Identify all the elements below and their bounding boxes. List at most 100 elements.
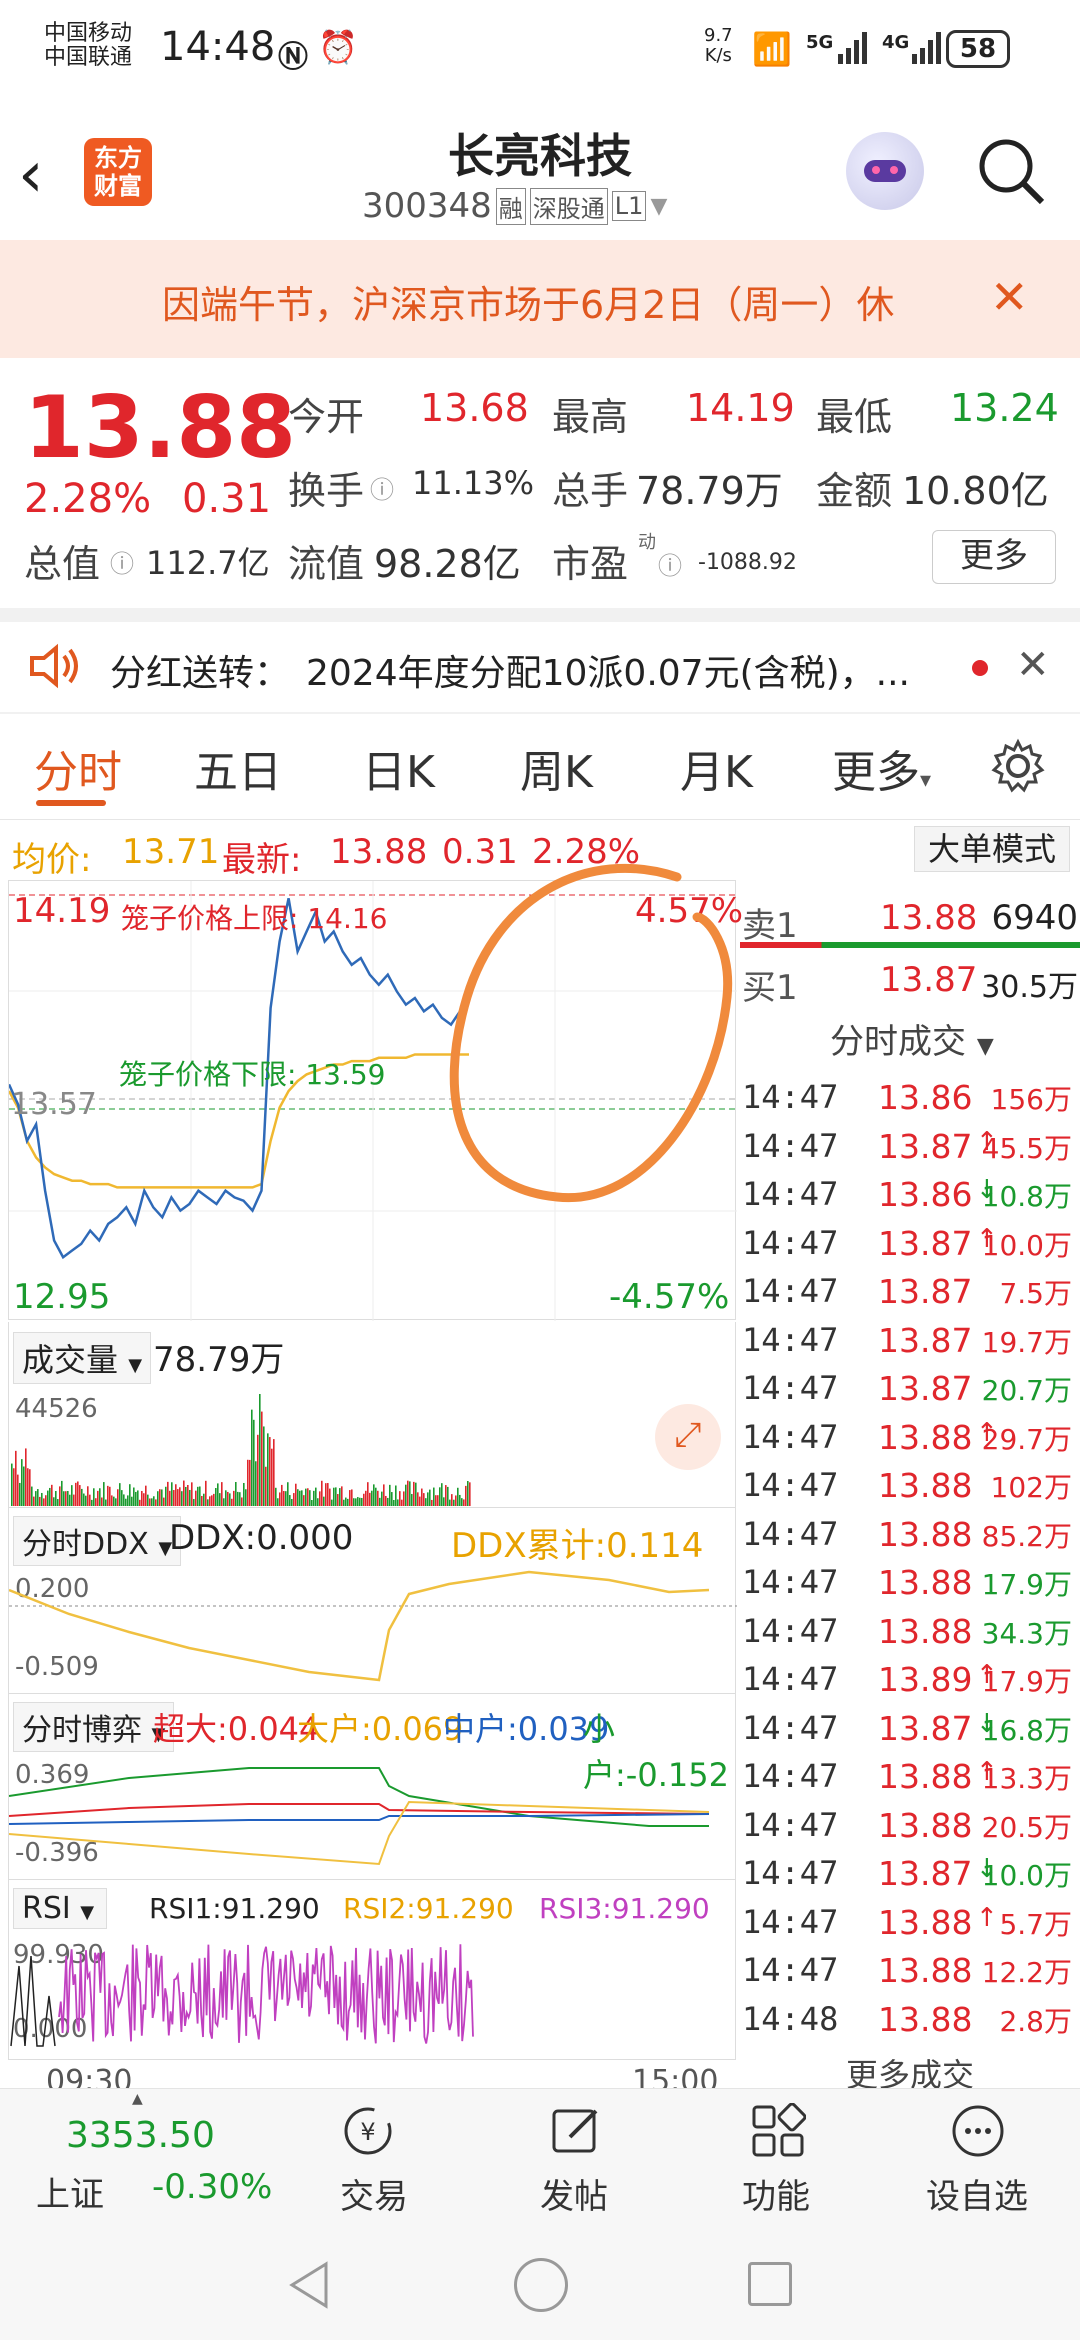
volume-bar <box>115 1498 117 1506</box>
x-end-label: 15:00 <box>632 2064 719 2088</box>
volume-bar <box>359 1497 361 1506</box>
gear-icon[interactable] <box>990 738 1046 794</box>
volume-bar <box>267 1433 269 1506</box>
dividend-banner[interactable]: 分红送转： 2024年度分配10派0.07元(含税)，... ✕ <box>0 622 1080 712</box>
mcap-value: 112.7亿 <box>146 544 270 582</box>
pct-low-label: -4.57% <box>609 1277 730 1317</box>
more-button[interactable]: 更多 <box>932 530 1056 584</box>
volume-bar <box>59 1486 61 1506</box>
volume-bar <box>269 1437 271 1506</box>
speaker-icon <box>26 638 82 694</box>
trade-row: 14:47 13.87 ↓ 16.8万 <box>742 1709 1080 1758</box>
info-icon[interactable]: ⓘ <box>658 546 682 581</box>
tab-daily-k[interactable]: 日K <box>362 736 435 800</box>
volume-bar <box>401 1499 403 1506</box>
volume-bar <box>19 1482 21 1506</box>
tab-weekly-k[interactable]: 周K <box>520 736 593 800</box>
volume-bar <box>177 1489 179 1506</box>
ddx-selector[interactable]: 分时DDX ▼ <box>13 1516 182 1566</box>
volume-bar <box>227 1491 229 1506</box>
home-circle-icon[interactable] <box>514 2258 568 2312</box>
rsi-selector[interactable]: RSI ▼ <box>13 1888 108 1929</box>
function-label[interactable]: 功能 <box>742 2169 810 2218</box>
expand-icon[interactable]: ⤢ <box>655 1404 721 1470</box>
function-icon[interactable] <box>750 2102 807 2159</box>
volume-selector[interactable]: 成交量 ▼ <box>13 1332 152 1384</box>
volume-bar <box>337 1494 339 1506</box>
volume-bar <box>145 1485 147 1506</box>
volume-panel: 成交量 ▼ 78.79万 44526 ⤢ <box>8 1322 736 1508</box>
volume-bar <box>457 1487 459 1506</box>
volume-bar <box>319 1491 321 1506</box>
volume-bar <box>417 1492 419 1506</box>
change-value: 0.31 <box>182 476 272 522</box>
game-chart <box>9 1767 710 1866</box>
trade-time: 14:47 <box>742 1660 839 1698</box>
trades-title[interactable]: 分时成交 ▼ <box>830 1014 994 1063</box>
post-label[interactable]: 发帖 <box>540 2169 608 2218</box>
trade-time: 14:47 <box>742 1757 839 1795</box>
trade-price: 13.88 <box>878 1805 973 1845</box>
index-pct[interactable]: -0.30% <box>152 2167 272 2207</box>
net-5g: 5G <box>806 32 834 53</box>
chevron-up-icon[interactable]: ▲ <box>132 2091 143 2107</box>
game-selector-label: 分时博弈 <box>22 1713 142 1748</box>
close-icon[interactable]: ✕ <box>990 270 1029 324</box>
volume-bar <box>39 1496 41 1506</box>
info-icon[interactable]: ⓘ <box>110 544 134 579</box>
index-name[interactable]: 上证 <box>36 2167 104 2216</box>
bid-row[interactable]: 买1 13.87 30.5万 <box>740 952 1080 1008</box>
ask-row[interactable]: 卖1 13.88 6940 <box>740 890 1080 946</box>
robot-assistant-icon[interactable] <box>846 132 924 210</box>
volume-bar <box>405 1484 407 1506</box>
large-order-mode-button[interactable]: 大单模式 <box>914 826 1070 872</box>
trade-row: 14:47 13.88 102万 <box>742 1466 1080 1515</box>
post-icon[interactable] <box>548 2103 604 2159</box>
volume-bar <box>353 1498 355 1506</box>
alarm-icon: ⏰ <box>318 28 358 66</box>
index-value[interactable]: 3353.50 <box>66 2115 215 2156</box>
trade-icon[interactable]: ¥ <box>340 2103 396 2159</box>
volume-bar <box>425 1498 427 1506</box>
tab-monthly-k[interactable]: 月K <box>680 736 753 800</box>
volume-bar <box>219 1493 221 1506</box>
tab-more[interactable]: 更多▾ <box>832 736 931 800</box>
add-watch-label[interactable]: 设自选 <box>926 2169 1028 2218</box>
volume-bar <box>455 1495 457 1506</box>
tab-five-day[interactable]: 五日 <box>194 736 282 800</box>
more-trades-link[interactable]: 更多成交 <box>740 2050 1080 2088</box>
trade-row: 14:47 13.87 ↓ 10.0万 <box>742 1854 1080 1903</box>
volume-bar <box>211 1495 213 1506</box>
info-icon[interactable]: ⓘ <box>370 470 394 505</box>
signal-icon-2 <box>910 30 946 64</box>
tab-minute[interactable]: 分时 <box>34 736 122 800</box>
tag-connect: 深股通 <box>529 187 608 225</box>
pe-sup: 动 <box>638 532 656 553</box>
recents-square-icon[interactable] <box>748 2262 792 2306</box>
trade-row: 14:47 13.88 17.9万 <box>742 1563 1080 1612</box>
volume-bar <box>307 1488 309 1506</box>
volume-bar <box>123 1494 125 1506</box>
low-label: 最低 <box>816 395 893 439</box>
volume-bar <box>233 1490 235 1506</box>
close-icon[interactable]: ✕ <box>1016 642 1050 688</box>
back-triangle-icon[interactable] <box>286 2260 334 2310</box>
game-selector[interactable]: 分时博弈 ▼ <box>13 1702 175 1752</box>
volume-bar <box>171 1482 173 1506</box>
search-icon[interactable] <box>976 136 1048 208</box>
amount-label: 金额 <box>816 469 893 513</box>
trade-label[interactable]: 交易 <box>340 2169 408 2218</box>
trade-row: 14:47 13.88 34.3万 <box>742 1612 1080 1661</box>
more-dots-icon[interactable] <box>950 2103 1006 2159</box>
stock-code-row[interactable]: 300348 融 深股通 L1 ▼ <box>362 186 667 226</box>
trade-row: 14:47 13.88 ↑ 13.3万 <box>742 1757 1080 1806</box>
holiday-notice[interactable]: 因端午节，沪深京市场于6月2日（周一）休 ✕ <box>0 240 1080 358</box>
trade-time: 14:47 <box>742 1417 839 1456</box>
volume-bar <box>361 1497 363 1506</box>
volume-bar <box>399 1491 401 1506</box>
volume-bar <box>45 1495 47 1506</box>
intraday-chart[interactable]: 14.19 笼子价格上限: 14.16 4.57% 笼子价格下限: 13.59 … <box>8 864 743 1321</box>
volume-bar <box>395 1485 397 1506</box>
high-label: 最高 <box>552 395 629 439</box>
trade-volume: 5.7万 <box>999 1907 1072 1941</box>
